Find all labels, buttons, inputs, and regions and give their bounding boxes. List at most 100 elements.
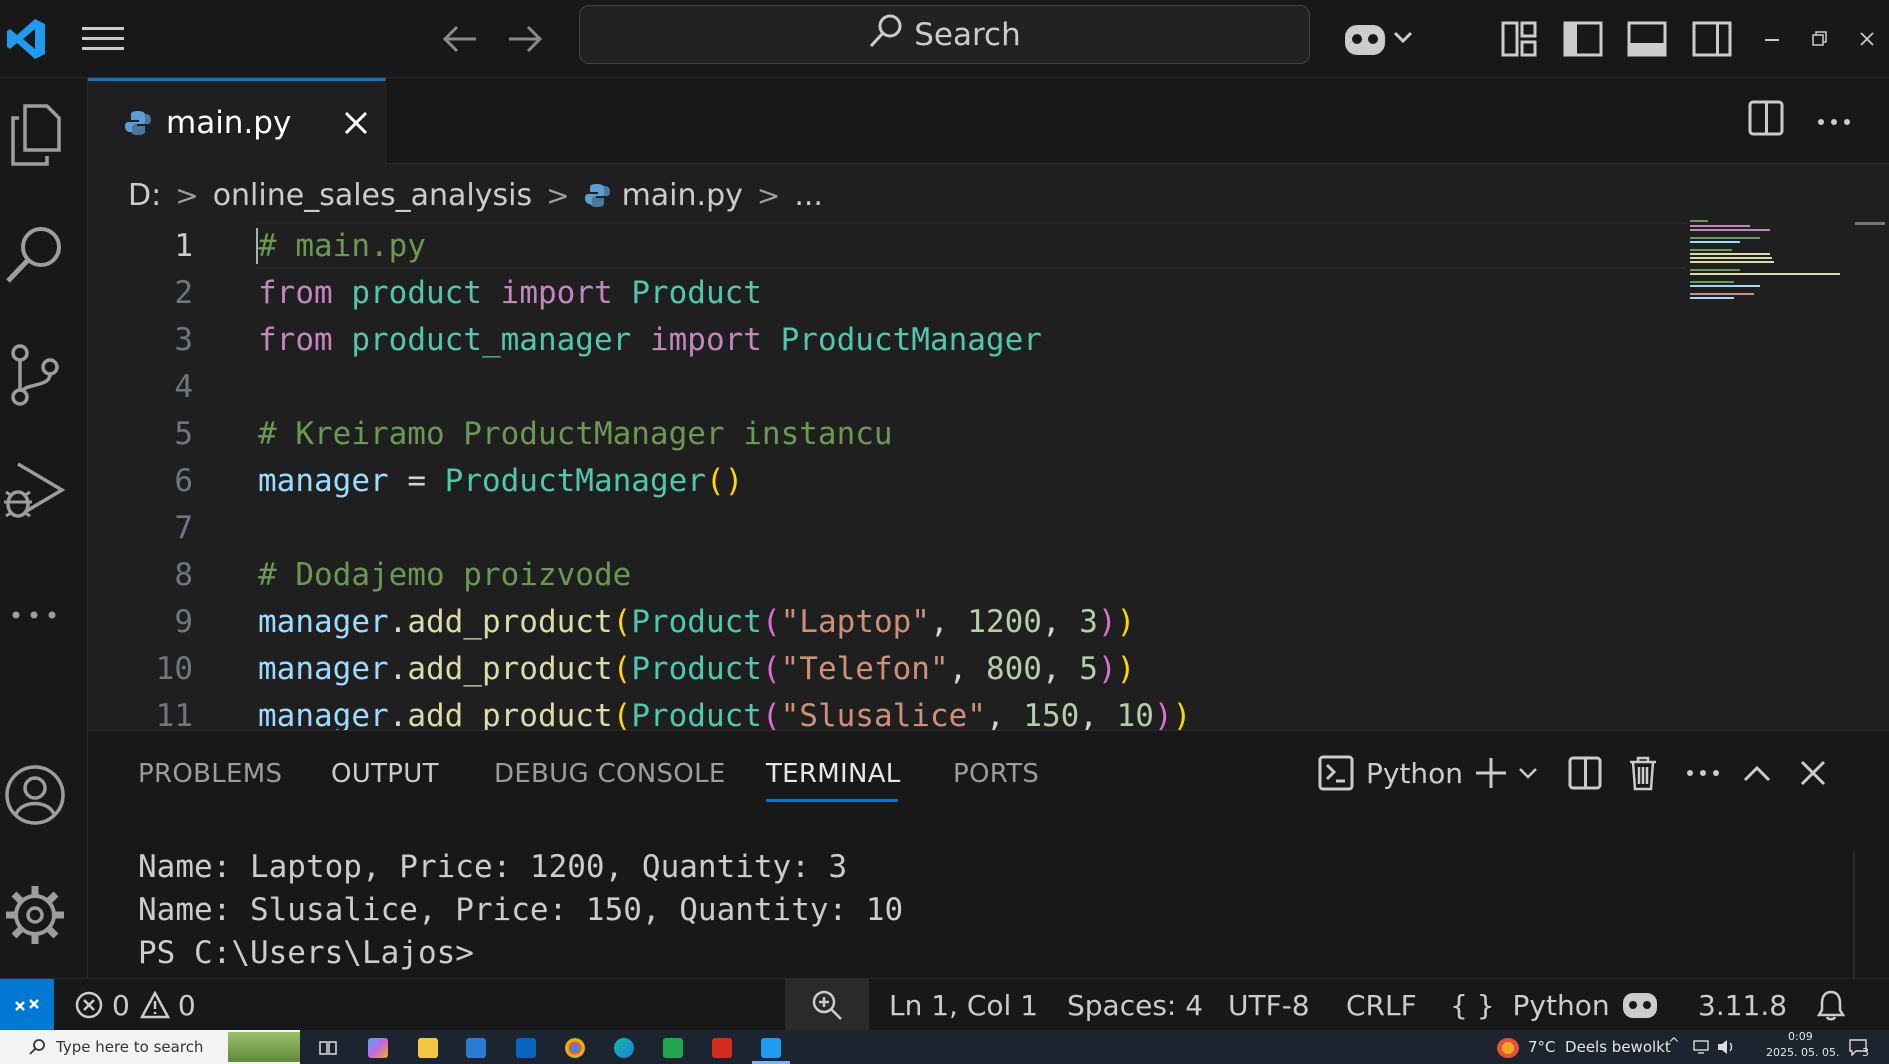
code-line[interactable]: 11 manager.add_product(Product("Slusalic… (88, 692, 1688, 731)
edge-icon[interactable] (614, 1038, 634, 1058)
copilot-icon[interactable] (1340, 12, 1420, 66)
tab-problems[interactable]: PROBLEMS (138, 759, 282, 789)
file-explorer-icon[interactable] (418, 1038, 438, 1058)
show-hidden-icons-chevron-icon[interactable]: ^ (1668, 1036, 1680, 1052)
weather-text[interactable]: 7°C Deels bewolkt (1528, 1038, 1671, 1056)
weather-icon[interactable] (1497, 1038, 1519, 1058)
split-editor-icon[interactable] (1748, 100, 1784, 140)
volume-icon[interactable] (1716, 1039, 1736, 1059)
problems-status[interactable]: 0 0 (74, 979, 196, 1031)
forward-arrow-icon[interactable] (498, 12, 552, 66)
clock-date[interactable]: 2025. 05. 05. (1766, 1046, 1839, 1059)
menu-icon[interactable] (76, 12, 130, 66)
breadcrumb-drive[interactable]: D: (128, 178, 161, 213)
language-label: Python (1512, 988, 1610, 1022)
code-line[interactable]: 6 manager = ProductManager() (88, 457, 1688, 504)
restore-icon[interactable] (1793, 12, 1847, 66)
line-ending[interactable]: CRLF (1346, 979, 1417, 1031)
code-line[interactable]: 2 from product import Product (88, 269, 1688, 316)
new-terminal-button[interactable] (1474, 751, 1538, 795)
breadcrumb-more[interactable]: ... (794, 178, 823, 213)
encoding[interactable]: UTF-8 (1228, 979, 1310, 1031)
tab-output[interactable]: OUTPUT (331, 759, 439, 789)
code-line[interactable]: 9 manager.add_product(Product("Laptop", … (88, 598, 1688, 645)
code-line[interactable]: 8 # Dodajemo proizvode (88, 551, 1688, 598)
microsoft-store-icon[interactable] (466, 1038, 486, 1058)
back-arrow-icon[interactable] (433, 12, 487, 66)
comment: # main.py (258, 227, 426, 264)
zoom-indicator[interactable] (785, 979, 869, 1031)
terminal-prompt[interactable]: PS C:\Users\Lajos> (138, 935, 474, 971)
kill-terminal-trash-icon[interactable] (1628, 751, 1658, 795)
maximize-panel-chevron-up-icon[interactable] (1742, 751, 1772, 795)
close-panel-icon[interactable] (1800, 751, 1826, 795)
editor-scrollbar[interactable] (1855, 222, 1885, 225)
code-line[interactable]: 3 from product_manager import ProductMan… (88, 316, 1688, 363)
toggle-secondary-sidebar-icon[interactable] (1685, 12, 1739, 66)
customize-layout-icon[interactable] (1492, 12, 1546, 66)
chevron-down-icon[interactable] (1518, 766, 1538, 780)
paren: ( (612, 603, 632, 640)
source-control-icon[interactable] (0, 340, 70, 410)
notifications-bell-icon[interactable] (1816, 979, 1846, 1031)
close-tab-icon[interactable] (343, 110, 369, 136)
tab-debug-console[interactable]: DEBUG CONSOLE (494, 759, 726, 789)
copilot-app-icon[interactable] (368, 1038, 388, 1058)
code-line[interactable]: 10 manager.add_product(Product("Telefon"… (88, 645, 1688, 692)
indentation[interactable]: Spaces: 4 (1067, 979, 1203, 1031)
language-mode[interactable]: { } Python (1450, 979, 1610, 1031)
editor-more-actions-icon[interactable] (1816, 112, 1852, 131)
title-bar: Search (0, 0, 1889, 78)
split-terminal-icon[interactable] (1568, 751, 1602, 795)
code-line[interactable]: 7 (88, 504, 1688, 551)
spreadsheet-app-icon[interactable] (663, 1038, 683, 1058)
more-icon[interactable] (0, 580, 70, 650)
number: 800 (985, 650, 1042, 687)
python-interpreter-version[interactable]: 3.11.8 (1698, 979, 1787, 1031)
vscode-logo-icon (0, 12, 54, 66)
command-center-search[interactable]: Search (579, 5, 1310, 64)
outlook-icon[interactable] (516, 1038, 536, 1058)
tab-main-py[interactable]: main.py (88, 78, 386, 164)
minimize-icon[interactable] (1746, 12, 1800, 66)
comma: , (948, 650, 986, 687)
breadcrumb-file[interactable]: main.py (622, 178, 743, 213)
tab-ports[interactable]: PORTS (953, 759, 1039, 789)
tab-terminal[interactable]: TERMINAL (766, 759, 901, 789)
run-debug-icon[interactable] (0, 456, 70, 526)
braces-icon: { } (1450, 988, 1495, 1022)
toggle-primary-sidebar-icon[interactable] (1556, 12, 1610, 66)
clock-time[interactable]: 0:09 (1788, 1030, 1813, 1043)
activity-bar (0, 78, 88, 978)
code-line[interactable]: 5 # Kreiramo ProductManager instancu (88, 410, 1688, 457)
accounts-icon[interactable] (0, 760, 70, 830)
toggle-panel-icon[interactable] (1620, 12, 1674, 66)
breadcrumb: D: > online_sales_analysis > main.py > .… (128, 174, 823, 216)
operator: = (388, 462, 445, 499)
task-view-icon[interactable] (318, 1038, 338, 1058)
network-icon[interactable] (1692, 1039, 1710, 1059)
code-editor[interactable]: 1 # main.py 2 from product import Produc… (88, 222, 1889, 730)
close-window-icon[interactable] (1840, 12, 1889, 66)
zoom-in-icon (811, 989, 843, 1021)
comma: , (929, 603, 968, 640)
terminal-profile-selector[interactable]: Python (1318, 751, 1463, 795)
number: 1200 (967, 603, 1042, 640)
remote-indicator[interactable] (0, 979, 54, 1031)
code-line[interactable]: 1 # main.py (88, 222, 1688, 269)
minimap[interactable] (1688, 218, 1848, 318)
cursor-position[interactable]: Ln 1, Col 1 (889, 979, 1038, 1031)
code-line[interactable]: 4 (88, 363, 1688, 410)
pdf-reader-icon[interactable] (712, 1038, 732, 1058)
terminal-scrollbar[interactable] (1853, 851, 1855, 979)
copilot-status-icon[interactable] (1622, 979, 1658, 1031)
vscode-taskbar-icon[interactable] (761, 1038, 781, 1058)
breadcrumb-folder[interactable]: online_sales_analysis (213, 178, 532, 213)
comment: # Kreiramo ProductManager instancu (258, 415, 893, 452)
panel-more-actions-icon[interactable] (1686, 751, 1720, 795)
manage-gear-icon[interactable] (0, 880, 70, 950)
chrome-icon[interactable] (565, 1038, 585, 1058)
taskbar-search-box[interactable]: Type here to search (0, 1030, 300, 1064)
explorer-icon[interactable] (0, 100, 70, 170)
search-icon[interactable] (0, 220, 70, 290)
